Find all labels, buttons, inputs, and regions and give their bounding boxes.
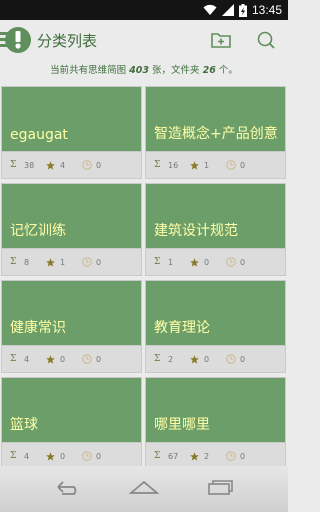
category-tile[interactable]: 记忆训练 [2,184,141,248]
clock-icon [82,451,96,461]
star-icon [46,354,60,364]
star-icon [190,257,204,267]
star-count: 2 [204,451,210,461]
star-icon [190,160,204,170]
app-logo-icon[interactable] [5,27,31,53]
back-icon[interactable] [54,479,82,499]
category-tile[interactable]: 哪里哪里 [146,378,285,442]
category-tile[interactable]: 智造概念+产品创意 [146,87,285,151]
star-count: 0 [60,451,66,461]
map-count: 4 [24,451,30,461]
category-tile[interactable]: 建筑设计规范 [146,184,285,248]
sigma-icon: Σ [10,160,17,170]
star-icon [190,354,204,364]
category-name: 建筑设计规范 [154,223,238,239]
action-bar: 分类列表 [0,20,288,60]
category-card[interactable]: 智造概念+产品创意 Σ 16 1 0 [145,86,286,179]
star-count: 1 [204,160,210,170]
category-stats: Σ 38 4 0 [2,152,141,178]
category-name: 智造概念+产品创意 [154,126,278,142]
category-stats: Σ 67 2 0 [146,443,285,466]
recent-count: 0 [240,257,246,267]
page-title: 分类列表 [37,32,98,50]
category-grid: egaugat Σ 38 4 0 智造概念+产品创意 Σ 16 1 0 记忆训练 Σ… [1,86,287,466]
category-card[interactable]: 建筑设计规范 Σ1 0 0 [145,183,286,276]
recent-count: 0 [96,451,102,461]
status-bar: 13:45 [0,0,288,20]
category-card[interactable]: 健康常识 Σ4 0 0 [1,280,142,373]
search-icon[interactable] [255,29,277,51]
category-tile[interactable]: 教育理论 [146,281,285,345]
category-card[interactable]: 记忆训练 Σ8 1 0 [1,183,142,276]
category-stats: Σ4 0 0 [2,346,141,372]
add-folder-icon[interactable] [210,29,232,51]
star-count: 0 [204,257,210,267]
recent-count: 0 [240,354,246,364]
map-count: 8 [24,257,30,267]
category-name: 记忆训练 [10,223,66,239]
map-count: 4 [24,354,30,364]
signal-icon [221,4,234,16]
category-name: 健康常识 [10,320,66,336]
category-stats: Σ1 0 0 [146,249,285,275]
category-name: 篮球 [10,417,38,433]
recent-count: 0 [96,354,102,364]
map-count: 16 [168,160,179,170]
clock-icon [226,354,240,364]
category-stats: Σ 16 1 0 [146,152,285,178]
clock-icon [82,160,96,170]
sigma-icon: Σ [154,160,161,170]
star-icon [46,160,60,170]
map-count: 1 [168,257,174,267]
category-name: 哪里哪里 [154,417,210,433]
map-count: 2 [168,354,174,364]
sigma-icon: Σ [10,257,17,267]
recent-count: 0 [96,160,102,170]
category-card[interactable]: 哪里哪里 Σ 67 2 0 [145,377,286,466]
category-stats: Σ4 0 0 [2,443,141,466]
clock-icon [226,160,240,170]
sigma-icon: Σ [10,354,17,364]
recent-count: 0 [240,160,246,170]
battery-charging-icon [238,3,247,17]
folder-count: 26 [202,65,216,76]
category-tile[interactable]: egaugat [2,87,141,151]
category-name: egaugat [10,127,68,143]
summary-text: 当前共有思维简图 403 张，文件夹 26 个。 [50,65,238,76]
map-count: 38 [24,160,35,170]
status-time: 13:45 [251,3,282,17]
sigma-icon: Σ [154,354,161,364]
clock-icon [82,354,96,364]
navigation-bar [0,466,288,512]
star-icon [46,257,60,267]
home-icon[interactable] [128,479,160,499]
clock-icon [226,451,240,461]
category-stats: Σ2 0 0 [146,346,285,372]
recent-apps-icon[interactable] [206,479,234,499]
sigma-icon: Σ [10,451,17,461]
category-name: 教育理论 [154,320,210,336]
star-count: 1 [60,257,66,267]
star-icon [190,451,204,461]
star-icon [46,451,60,461]
category-tile[interactable]: 篮球 [2,378,141,442]
star-count: 0 [60,354,66,364]
star-count: 0 [204,354,210,364]
star-count: 4 [60,160,66,170]
wifi-icon [203,4,217,16]
category-card[interactable]: 教育理论 Σ2 0 0 [145,280,286,373]
clock-icon [226,257,240,267]
recent-count: 0 [96,257,102,267]
sigma-icon: Σ [154,257,161,267]
category-card[interactable]: egaugat Σ 38 4 0 [1,86,142,179]
category-stats: Σ8 1 0 [2,249,141,275]
category-card[interactable]: 篮球 Σ4 0 0 [1,377,142,466]
sigma-icon: Σ [154,451,161,461]
category-tile[interactable]: 健康常识 [2,281,141,345]
recent-count: 0 [240,451,246,461]
map-count: 67 [168,451,179,461]
clock-icon [82,257,96,267]
mindmap-count: 403 [129,65,150,76]
